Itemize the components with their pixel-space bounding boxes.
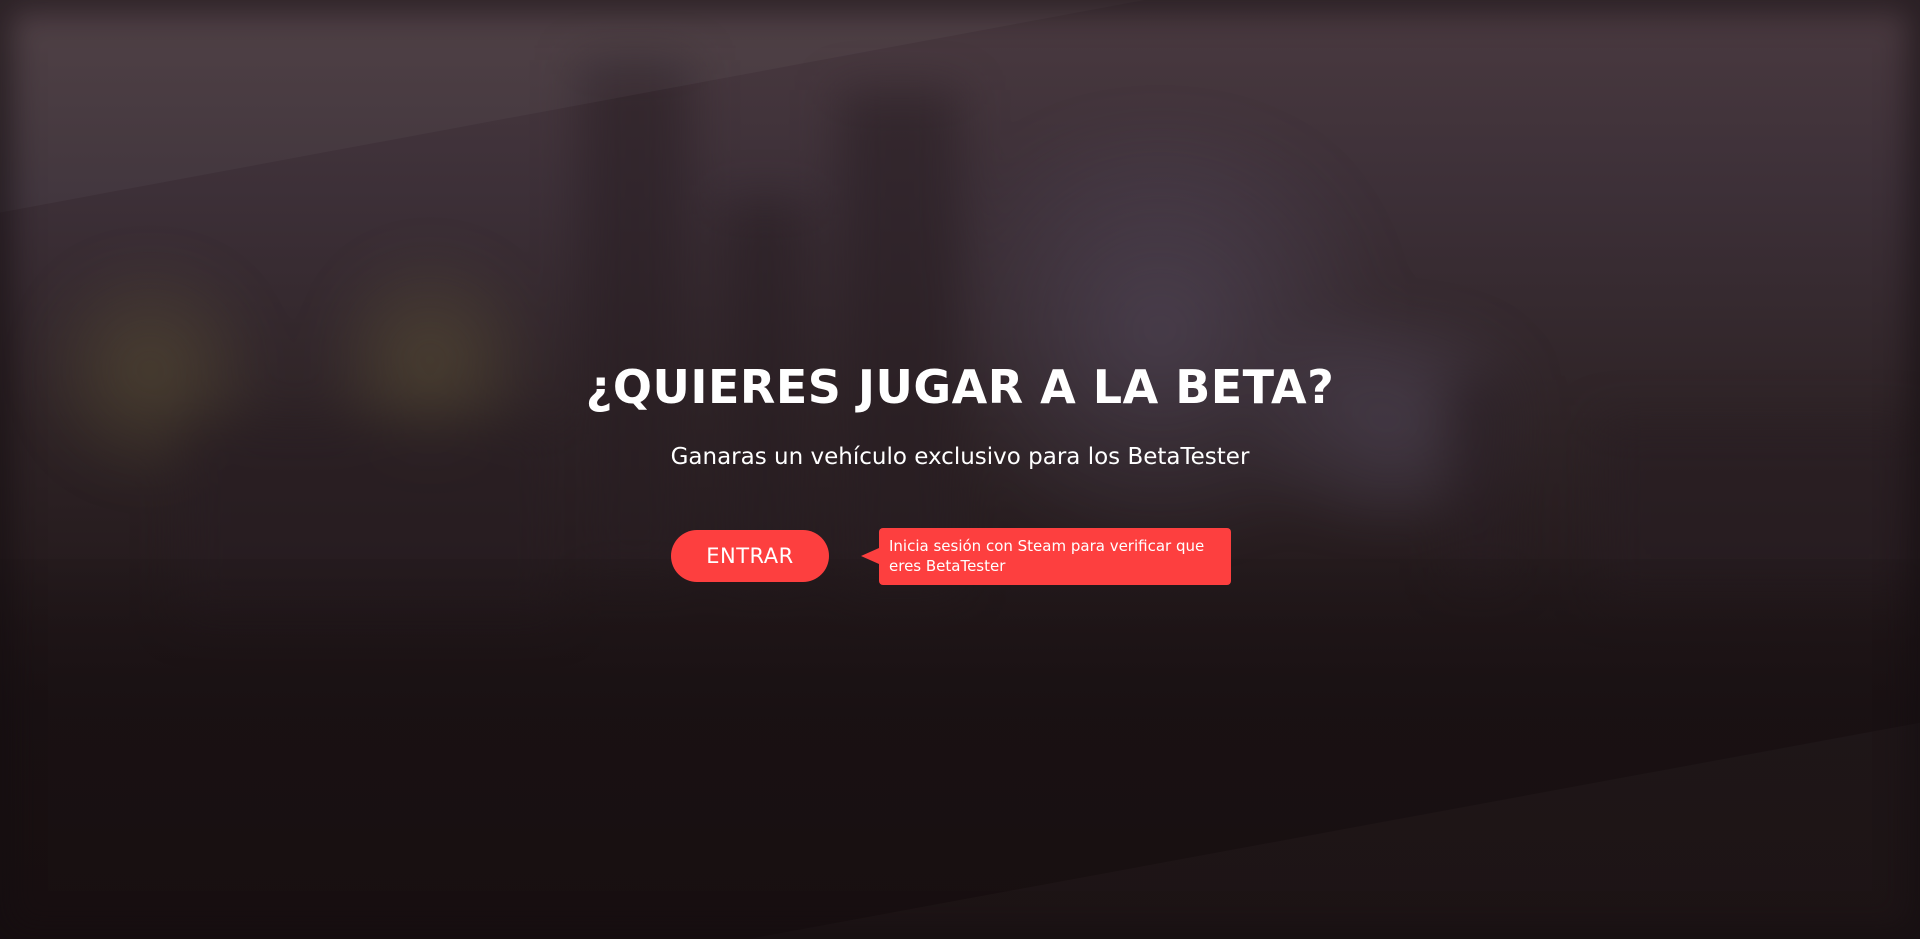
beta-landing-page: ¿QUIERES JUGAR A LA BETA? Ganaras un veh… — [0, 0, 1920, 939]
steam-login-tooltip: Inicia sesión con Steam para verificar q… — [879, 528, 1231, 585]
hero-section: ¿QUIERES JUGAR A LA BETA? Ganaras un veh… — [0, 355, 1920, 473]
tooltip-arrow — [861, 548, 879, 564]
page-subtitle: Ganaras un vehículo exclusivo para los B… — [670, 444, 1250, 470]
enter-button[interactable]: ENTRAR — [671, 530, 829, 582]
page-title: ¿QUIERES JUGAR A LA BETA? — [585, 360, 1335, 414]
login-action-row: ENTRAR Inicia sesión con Steam para veri… — [671, 528, 1271, 588]
